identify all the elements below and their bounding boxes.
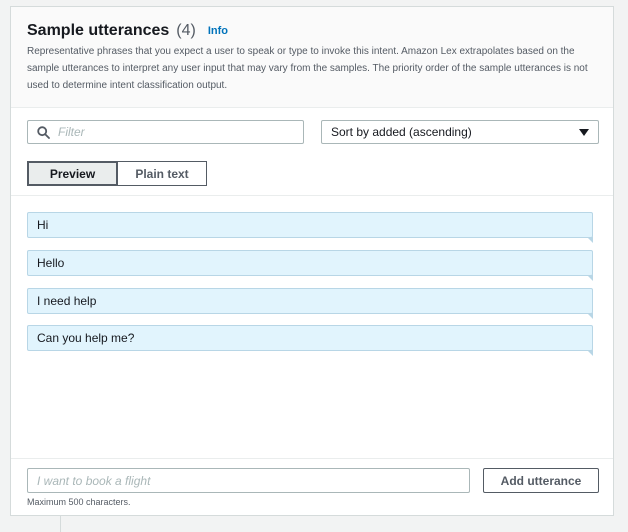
panel-header: Sample utterances (4) Info Representativ… xyxy=(11,7,613,108)
utterance-item[interactable]: Hello xyxy=(27,250,593,281)
add-utterance-button[interactable]: Add utterance xyxy=(483,468,599,493)
panel-title: Sample utterances xyxy=(27,22,170,39)
title-row: Sample utterances (4) Info xyxy=(27,22,228,40)
info-link[interactable]: Info xyxy=(208,25,228,37)
divider xyxy=(11,195,613,196)
utterance-count: (4) xyxy=(176,22,196,39)
new-utterance-input[interactable]: I want to book a flight xyxy=(27,468,470,493)
sort-selected-value: Sort by added (ascending) xyxy=(331,125,472,139)
search-icon xyxy=(37,125,50,139)
utterance-item[interactable]: Can you help me? xyxy=(27,325,593,356)
utterance-item[interactable]: Hi xyxy=(27,212,593,243)
view-toggle: Preview Plain text xyxy=(27,161,207,186)
character-limit-hint: Maximum 500 characters. xyxy=(27,497,131,507)
footer-divider xyxy=(11,458,613,459)
panel-description: Representative phrases that you expect a… xyxy=(27,46,588,91)
caret-down-icon xyxy=(579,128,589,136)
sample-utterances-panel: Sample utterances (4) Info Representativ… xyxy=(10,6,614,516)
connector-line xyxy=(60,516,61,532)
plain-text-tab[interactable]: Plain text xyxy=(118,161,207,186)
filter-placeholder: Filter xyxy=(58,125,85,139)
preview-tab[interactable]: Preview xyxy=(27,161,118,186)
filter-input[interactable]: Filter xyxy=(27,120,304,144)
sort-select[interactable]: Sort by added (ascending) xyxy=(321,120,599,144)
utterance-item[interactable]: I need help xyxy=(27,288,593,319)
